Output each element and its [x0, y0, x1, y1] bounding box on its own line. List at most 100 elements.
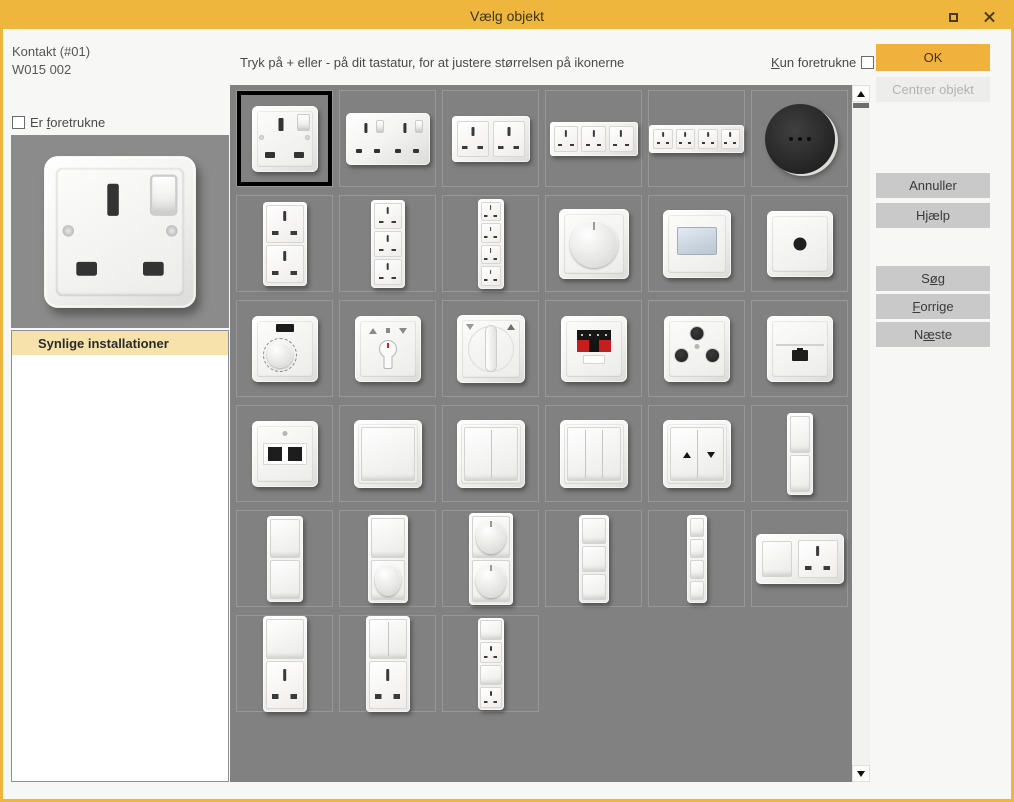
help-button[interactable]: Hjælp [876, 203, 990, 228]
preview-image [87, 199, 153, 265]
object-meta: Kontakt (#01) W015 002 [12, 43, 90, 79]
cancel-button[interactable]: Annuller [876, 173, 990, 198]
tv-sat-outlet-icon [664, 316, 730, 382]
er-foretrukne-checkbox[interactable] [12, 116, 25, 129]
switch-socket-vertical[interactable] [236, 615, 333, 712]
data-outlet[interactable] [751, 300, 848, 397]
kun-foretrukne-checkbox[interactable] [861, 56, 874, 69]
object-preview [11, 135, 229, 328]
object-grid [230, 85, 852, 782]
socket-4g-vertical[interactable] [442, 195, 539, 292]
socket-3g-strip[interactable] [545, 90, 642, 187]
speaker-outlet-icon [561, 316, 627, 382]
scroll-up-button[interactable] [852, 85, 870, 102]
rotary-dimmer-icon [559, 209, 629, 279]
tv-sat-outlet[interactable] [648, 300, 745, 397]
switch-socket-horizontal-icon [756, 534, 844, 584]
switch-2g-icon [457, 420, 525, 488]
motion-sensor[interactable] [648, 195, 745, 292]
switch-1g-icon [354, 420, 422, 488]
switch-3g[interactable] [545, 405, 642, 502]
tv-outlet-icon [767, 211, 833, 277]
tv-outlet[interactable] [751, 195, 848, 292]
socket-2g-plate-icon [346, 113, 430, 165]
speaker-outlet[interactable] [545, 300, 642, 397]
switch-4g-vertical-narrow-icon [687, 515, 707, 603]
data-outlet-2g-icon [252, 421, 318, 487]
grid-scrollbar[interactable] [852, 85, 870, 782]
switch-2g-vertical-narrow[interactable] [751, 405, 848, 502]
uk-socket-1gang-switched [44, 156, 196, 308]
dimmer-2g-vertical[interactable] [442, 510, 539, 607]
blind-rotary-switch[interactable] [442, 300, 539, 397]
key-switch-icon [355, 316, 421, 382]
close-icon [984, 12, 995, 23]
floor-socket-round[interactable] [751, 90, 848, 187]
titlebar: Vælg objekt [3, 3, 1011, 29]
maximize-button[interactable] [945, 9, 961, 25]
scroll-up-icon [857, 91, 865, 97]
switch-2g-vertical-icon [267, 516, 303, 602]
switch-3g-vertical-icon [579, 515, 609, 603]
thermostat[interactable] [236, 300, 333, 397]
switch-3g-icon [560, 420, 628, 488]
socket-3g-vertical[interactable] [339, 195, 436, 292]
switch-socket-vertical-icon [263, 616, 307, 712]
switch-1g[interactable] [339, 405, 436, 502]
scrollbar-thumb[interactable] [853, 103, 869, 108]
data-outlet-2g[interactable] [236, 405, 333, 502]
switch-2g-vertical[interactable] [236, 510, 333, 607]
thermostat-icon [252, 316, 318, 382]
er-foretrukne-label: Er foretrukne [30, 115, 105, 130]
scroll-down-button[interactable] [852, 765, 870, 782]
switch-4g-vertical-narrow[interactable] [648, 510, 745, 607]
maximize-icon [949, 13, 958, 22]
blind-rotary-switch-icon [457, 315, 525, 383]
motion-sensor-icon [663, 210, 731, 278]
rotary-dimmer[interactable] [545, 195, 642, 292]
kun-foretrukne-label: Kun foretrukne [771, 55, 856, 70]
resize-instruction: Tryk på + eller - på dit tastatur, for a… [240, 55, 624, 70]
socket-4g-strip[interactable] [648, 90, 745, 187]
er-foretrukne-row: Er foretrukne [12, 115, 105, 130]
socket-4g-vertical-icon [478, 199, 504, 289]
ok-button[interactable]: OK [876, 44, 990, 71]
dialog-title: Vælg objekt [3, 8, 1011, 24]
key-switch[interactable] [339, 300, 436, 397]
switch-2g-vertical-narrow-icon [787, 413, 813, 495]
list-header: Synlige installationer [12, 331, 228, 355]
socket-4g-strip-icon [649, 125, 744, 153]
dimmer-2g-vertical-icon [469, 513, 513, 605]
visible-installations-list[interactable]: Synlige installationer [11, 330, 229, 782]
socket-3g-vertical-icon [371, 200, 405, 288]
socket-2g[interactable] [442, 90, 539, 187]
socket-2g-icon [452, 116, 530, 162]
switch-2g-socket-vertical[interactable] [339, 615, 436, 712]
switch-3g-vertical[interactable] [545, 510, 642, 607]
socket-3g-strip-icon [550, 122, 638, 156]
scroll-down-icon [857, 771, 865, 777]
mixed-4g-vertical-icon [478, 618, 504, 710]
select-object-dialog: Vælg objekt Kontakt (#01) W015 002 Er fo… [0, 0, 1014, 802]
floor-socket-round-icon [765, 104, 835, 174]
mixed-4g-vertical[interactable] [442, 615, 539, 712]
data-outlet-icon [767, 316, 833, 382]
switch-dimmer-vertical[interactable] [339, 510, 436, 607]
switch-2g[interactable] [442, 405, 539, 502]
close-button[interactable] [981, 9, 997, 25]
search-button[interactable]: Søg [876, 266, 990, 291]
socket-2g-vertical[interactable] [236, 195, 333, 292]
switch-socket-horizontal[interactable] [751, 510, 848, 607]
socket-2g-plate[interactable] [339, 90, 436, 187]
next-button[interactable]: Næste [876, 322, 990, 347]
previous-button[interactable]: Forrige [876, 294, 990, 319]
socket-1g-switched-icon [252, 106, 318, 172]
center-object-button[interactable]: Centrer objekt [876, 77, 990, 102]
blind-switch[interactable] [648, 405, 745, 502]
switch-dimmer-vertical-icon [368, 515, 408, 603]
object-code: W015 002 [12, 61, 90, 79]
kun-foretrukne-row: Kun foretrukne [771, 55, 874, 70]
socket-1g-switched[interactable] [236, 90, 333, 187]
blind-switch-icon [663, 420, 731, 488]
socket-2g-vertical-icon [263, 202, 307, 286]
